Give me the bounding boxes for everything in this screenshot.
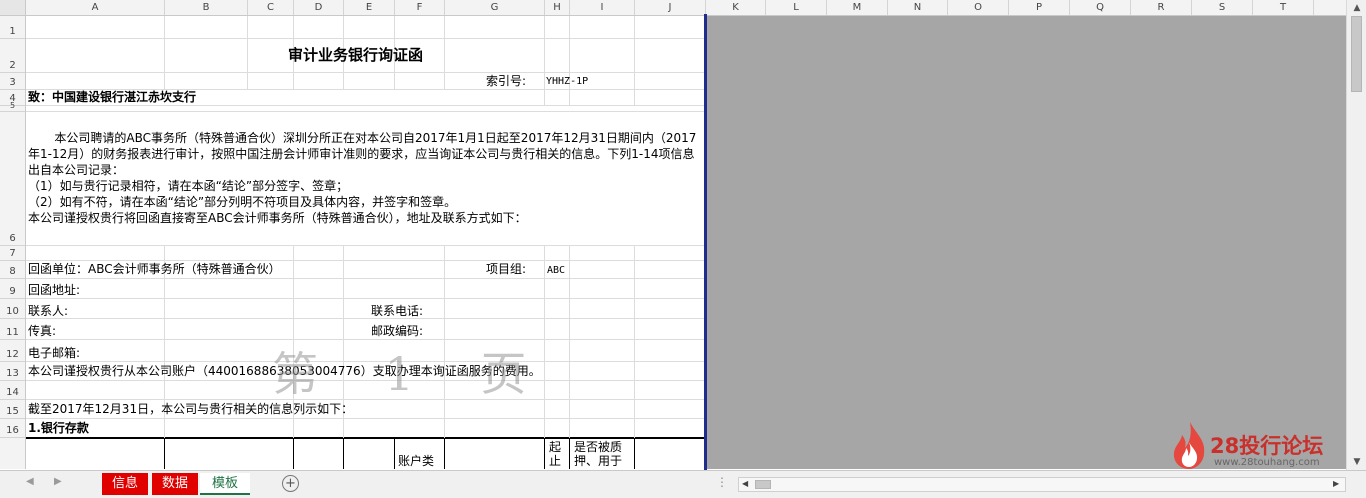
as-of-statement: 截至2017年12月31日，本公司与贵行相关的信息列示如下： — [28, 402, 354, 416]
document-title: 审计业务银行询证函 — [288, 46, 424, 64]
reply-address-label: 回函地址: — [28, 283, 81, 297]
col-header-e[interactable]: E — [344, 0, 395, 15]
project-group-value: ABC — [547, 265, 566, 276]
tab-data[interactable]: 数据 — [152, 473, 198, 495]
scroll-left-icon[interactable]: ◀ — [742, 479, 748, 488]
non-print-area — [706, 16, 1346, 469]
next-sheet-icon[interactable]: ▶ — [54, 476, 62, 487]
reply-authorization: 本公司谨授权贵行将回函直接寄至ABC会计师事务所（特殊普通合伙），地址及联系方式… — [28, 211, 527, 225]
col-header-i[interactable]: I — [570, 0, 635, 15]
flame-icon — [1173, 422, 1205, 469]
row-header-bar: 1 2 3 4 5 6 7 8 9 10 11 12 13 14 15 16 — [0, 16, 26, 469]
row-header-8[interactable]: 8 — [0, 261, 25, 279]
table-header-account-type: 账户类 — [398, 454, 435, 468]
col-header-s[interactable]: S — [1192, 0, 1253, 15]
postcode-label: 邮政编码: — [371, 324, 424, 338]
col-header-a[interactable]: A — [26, 0, 165, 15]
contact-label: 联系人: — [28, 304, 69, 318]
col-header-d[interactable]: D — [294, 0, 344, 15]
vertical-scrollbar[interactable]: ▲ ▼ — [1346, 0, 1366, 470]
col-header-m[interactable]: M — [827, 0, 888, 15]
row-header-1[interactable]: 1 — [0, 16, 25, 39]
reply-unit: 回函单位：ABC会计师事务所（特殊普通合伙） — [28, 262, 281, 276]
scroll-up-icon[interactable]: ▲ — [1350, 1, 1364, 15]
row-header-3[interactable]: 3 — [0, 73, 25, 90]
tab-template[interactable]: 模板 — [200, 473, 250, 495]
row-header-9[interactable]: 9 — [0, 279, 25, 299]
col-header-t[interactable]: T — [1253, 0, 1314, 15]
print-page[interactable]: 审计业务银行询证函 索引号: YHHZ-1P 致：中国建设银行湛江赤坎支行 本公… — [26, 16, 706, 469]
col-header-l[interactable]: L — [766, 0, 827, 15]
split-handle-icon[interactable]: ⋮ — [716, 475, 728, 489]
email-label: 电子邮箱: — [28, 346, 81, 360]
section-bank-deposit: 1.银行存款 — [28, 421, 89, 435]
sheet-tab-bar: ◀ ▶ 信息 数据 模板 + ⋮ ◀ ▶ — [0, 470, 1366, 498]
col-header-h[interactable]: H — [545, 0, 570, 15]
row-header-6[interactable]: 6 — [0, 112, 25, 246]
column-header-bar: A B C D E F G H I J K L M N O P Q R S T — [0, 0, 1366, 16]
col-header-r[interactable]: R — [1131, 0, 1192, 15]
col-header-o[interactable]: O — [948, 0, 1009, 15]
horizontal-scroll-thumb[interactable] — [755, 480, 771, 489]
project-group-label: 项目组: — [486, 262, 527, 276]
prev-sheet-icon[interactable]: ◀ — [26, 476, 34, 487]
row-header-13[interactable]: 13 — [0, 362, 25, 381]
scroll-down-icon[interactable]: ▼ — [1350, 455, 1364, 469]
recipient-line: 致：中国建设银行湛江赤坎支行 — [28, 90, 197, 104]
add-sheet-button[interactable]: + — [282, 475, 299, 492]
index-label: 索引号: — [486, 74, 527, 88]
row-header-12[interactable]: 12 — [0, 340, 25, 362]
select-all-corner[interactable] — [0, 0, 26, 15]
col-header-f[interactable]: F — [395, 0, 445, 15]
intro-text: 本公司聘请的ABC事务所（特殊普通合伙）深圳分所正在对本公司自2017年1月1日… — [28, 131, 697, 177]
spreadsheet-window: A B C D E F G H I J K L M N O P Q R S T … — [0, 0, 1366, 498]
vertical-scroll-thumb[interactable] — [1351, 16, 1362, 92]
col-header-b[interactable]: B — [165, 0, 248, 15]
instruction-mismatch: （2）如有不符，请在本函“结论”部分列明不符项目及具体内容，并签字和签章。 — [28, 195, 457, 209]
col-header-j[interactable]: J — [635, 0, 706, 15]
instruction-match: （1）如与贵行记录相符，请在本函“结论”部分签字、签章； — [28, 179, 349, 193]
col-header-k[interactable]: K — [706, 0, 766, 15]
col-header-g[interactable]: G — [445, 0, 545, 15]
table-header-start-end: 起止 — [549, 440, 562, 468]
fax-label: 传真: — [28, 324, 57, 338]
row-header-7[interactable]: 7 — [0, 246, 25, 261]
tab-info[interactable]: 信息 — [102, 473, 148, 495]
col-header-p[interactable]: P — [1009, 0, 1070, 15]
intro-paragraph: 本公司聘请的ABC事务所（特殊普通合伙）深圳分所正在对本公司自2017年1月1日… — [28, 130, 704, 226]
row-header-2[interactable]: 2 — [0, 39, 25, 73]
col-header-q[interactable]: Q — [1070, 0, 1131, 15]
table-header-pledged: 是否被质押、用于 — [574, 440, 623, 468]
page-watermark: 第 1 页 — [272, 347, 553, 401]
col-header-c[interactable]: C — [248, 0, 294, 15]
logo-url-text: www.28touhang.com — [1214, 457, 1320, 468]
page-break-border — [704, 14, 707, 470]
logo-brand-text: 28投行论坛 — [1210, 434, 1324, 458]
row-header-10[interactable]: 10 — [0, 299, 25, 319]
index-value: YHHZ-1P — [546, 76, 589, 87]
row-header-11[interactable]: 11 — [0, 319, 25, 340]
row-header-14[interactable]: 14 — [0, 381, 25, 400]
scroll-right-icon[interactable]: ▶ — [1333, 479, 1339, 488]
row-header-15[interactable]: 15 — [0, 400, 25, 419]
horizontal-scrollbar[interactable]: ◀ ▶ — [738, 477, 1346, 492]
forum-logo: 28投行论坛 www.28touhang.com — [1170, 420, 1346, 470]
row-header-16[interactable]: 16 — [0, 419, 25, 438]
phone-label: 联系电话: — [371, 304, 424, 318]
col-header-n[interactable]: N — [888, 0, 948, 15]
